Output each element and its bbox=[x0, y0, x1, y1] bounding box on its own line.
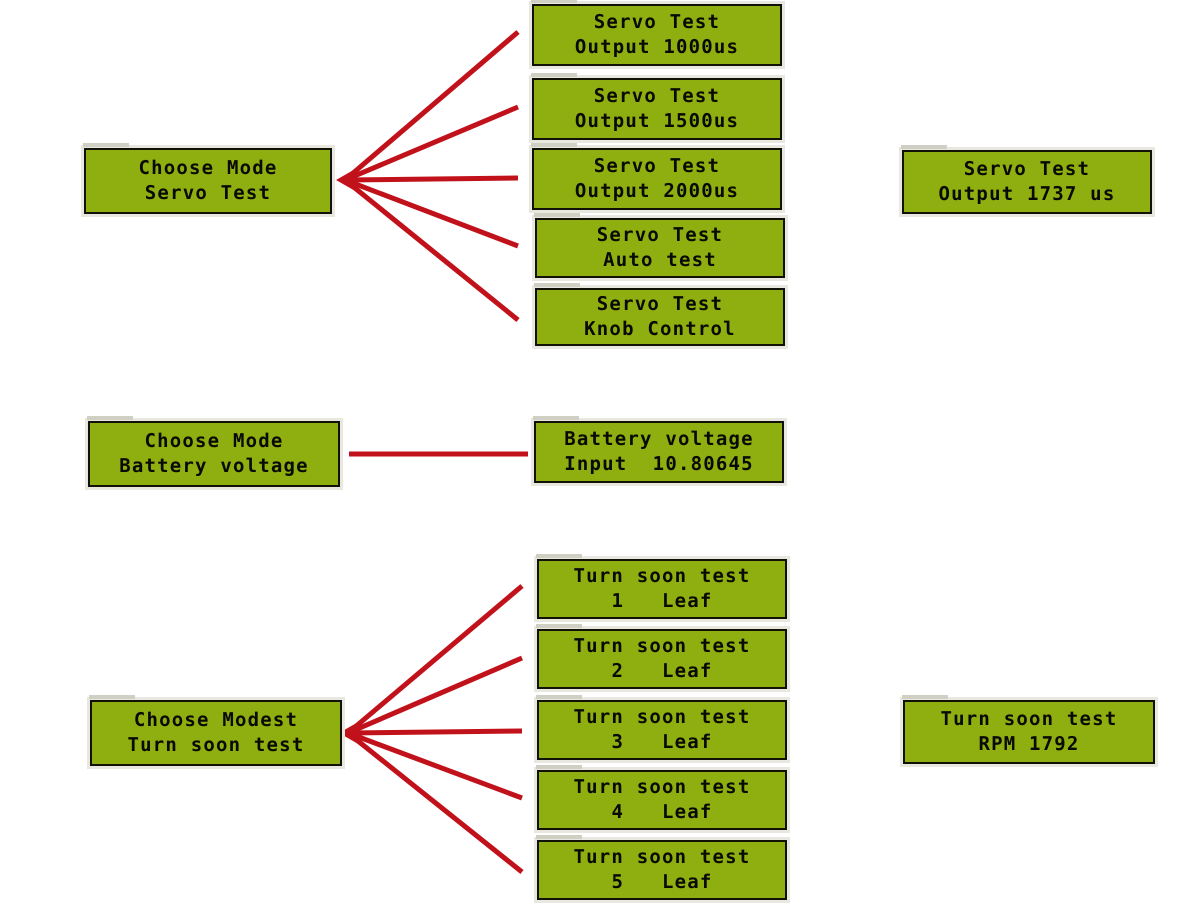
turn-fanout-lines bbox=[346, 584, 524, 874]
lcd-line-1: Turn soon test bbox=[940, 707, 1118, 730]
lcd-panel-turn-option-4-leaf[interactable]: Turn soon test 4 Leaf bbox=[534, 765, 790, 833]
lcd-line-2: Output 1737 us bbox=[938, 182, 1116, 205]
lcd-line-2: 2 Leaf bbox=[611, 659, 713, 682]
servo-fanout-lines bbox=[343, 30, 520, 322]
lcd-line-1: Turn soon test bbox=[573, 775, 751, 798]
servo-line-4 bbox=[344, 177, 519, 249]
lcd-line-1: Servo Test bbox=[596, 223, 724, 246]
lcd-line-2: Turn soon test bbox=[127, 733, 305, 756]
lcd-panel-turn-option-5-leaf[interactable]: Turn soon test 5 Leaf bbox=[534, 835, 790, 903]
lcd-panel-turn-option-2-leaf[interactable]: Turn soon test 2 Leaf bbox=[534, 624, 790, 692]
lcd-line-1: Turn soon test bbox=[573, 845, 751, 868]
lcd-line-1: Turn soon test bbox=[573, 705, 751, 728]
lcd-line-2: Output 1500us bbox=[574, 109, 740, 132]
lcd-line-1: Servo Test bbox=[593, 10, 721, 33]
lcd-line-1: Choose Modest bbox=[133, 708, 299, 731]
turn-line-2 bbox=[347, 655, 523, 736]
lcd-line-2: 4 Leaf bbox=[611, 800, 713, 823]
lcd-line-1: Choose Mode bbox=[138, 156, 278, 179]
lcd-panel-servo-menu[interactable]: Choose Mode Servo Test bbox=[81, 143, 335, 217]
lcd-panel-turn-menu[interactable]: Choose Modest Turn soon test bbox=[87, 695, 345, 769]
lcd-panel-servo-option-auto-test[interactable]: Servo Test Auto test bbox=[532, 213, 788, 281]
lcd-panel-turn-option-1-leaf[interactable]: Turn soon test 1 Leaf bbox=[534, 554, 790, 622]
lcd-line-2: 3 Leaf bbox=[611, 730, 713, 753]
turn-line-4 bbox=[347, 730, 523, 801]
turn-line-5 bbox=[346, 731, 524, 874]
lcd-panel-turn-option-3-leaf[interactable]: Turn soon test 3 Leaf bbox=[534, 695, 790, 763]
lcd-line-2: Auto test bbox=[603, 248, 717, 271]
lcd-line-1: Servo Test bbox=[593, 84, 721, 107]
servo-line-5 bbox=[343, 178, 520, 322]
lcd-line-2: Servo Test bbox=[144, 181, 272, 204]
menu-flow-diagram: Choose Mode Servo Test Servo Test Output… bbox=[0, 0, 1189, 915]
lcd-line-2: RPM 1792 bbox=[978, 732, 1080, 755]
lcd-line-1: Choose Mode bbox=[144, 429, 284, 452]
turn-line-3 bbox=[347, 728, 523, 736]
lcd-panel-battery-menu[interactable]: Choose Mode Battery voltage bbox=[85, 416, 343, 490]
lcd-panel-battery-voltage-reading[interactable]: Battery voltage Input 10.80645 bbox=[531, 416, 787, 486]
lcd-line-2: 5 Leaf bbox=[611, 870, 713, 893]
turn-arrowhead-icon bbox=[339, 721, 360, 745]
lcd-line-1: Turn soon test bbox=[573, 564, 751, 587]
servo-line-1 bbox=[343, 30, 520, 182]
lcd-panel-servo-option-2000us[interactable]: Servo Test Output 2000us bbox=[529, 143, 785, 213]
lcd-panel-servo-option-knob-control[interactable]: Servo Test Knob Control bbox=[532, 283, 788, 349]
lcd-line-1: Servo Test bbox=[596, 292, 724, 315]
lcd-panel-turn-rpm-reading[interactable]: Turn soon test RPM 1792 bbox=[900, 695, 1158, 767]
lcd-line-2: Battery voltage bbox=[119, 454, 309, 477]
lcd-panel-servo-output-reading[interactable]: Servo Test Output 1737 us bbox=[899, 145, 1155, 217]
lcd-line-1: Turn soon test bbox=[573, 634, 751, 657]
lcd-line-2: Output 2000us bbox=[574, 179, 740, 202]
lcd-line-2: Knob Control bbox=[584, 317, 736, 340]
lcd-line-1: Battery voltage bbox=[564, 427, 754, 450]
turn-line-1 bbox=[346, 584, 524, 735]
lcd-line-2: 1 Leaf bbox=[611, 589, 713, 612]
servo-line-3 bbox=[344, 175, 519, 183]
lcd-panel-servo-option-1500us[interactable]: Servo Test Output 1500us bbox=[529, 73, 785, 143]
lcd-line-2: Output 1000us bbox=[574, 35, 740, 58]
lcd-panel-servo-option-1000us[interactable]: Servo Test Output 1000us bbox=[529, 0, 785, 69]
lcd-line-1: Servo Test bbox=[593, 154, 721, 177]
lcd-line-2: Input 10.80645 bbox=[564, 452, 754, 475]
servo-line-2 bbox=[344, 104, 519, 183]
lcd-line-1: Servo Test bbox=[963, 157, 1091, 180]
servo-arrowhead-icon bbox=[336, 168, 357, 192]
